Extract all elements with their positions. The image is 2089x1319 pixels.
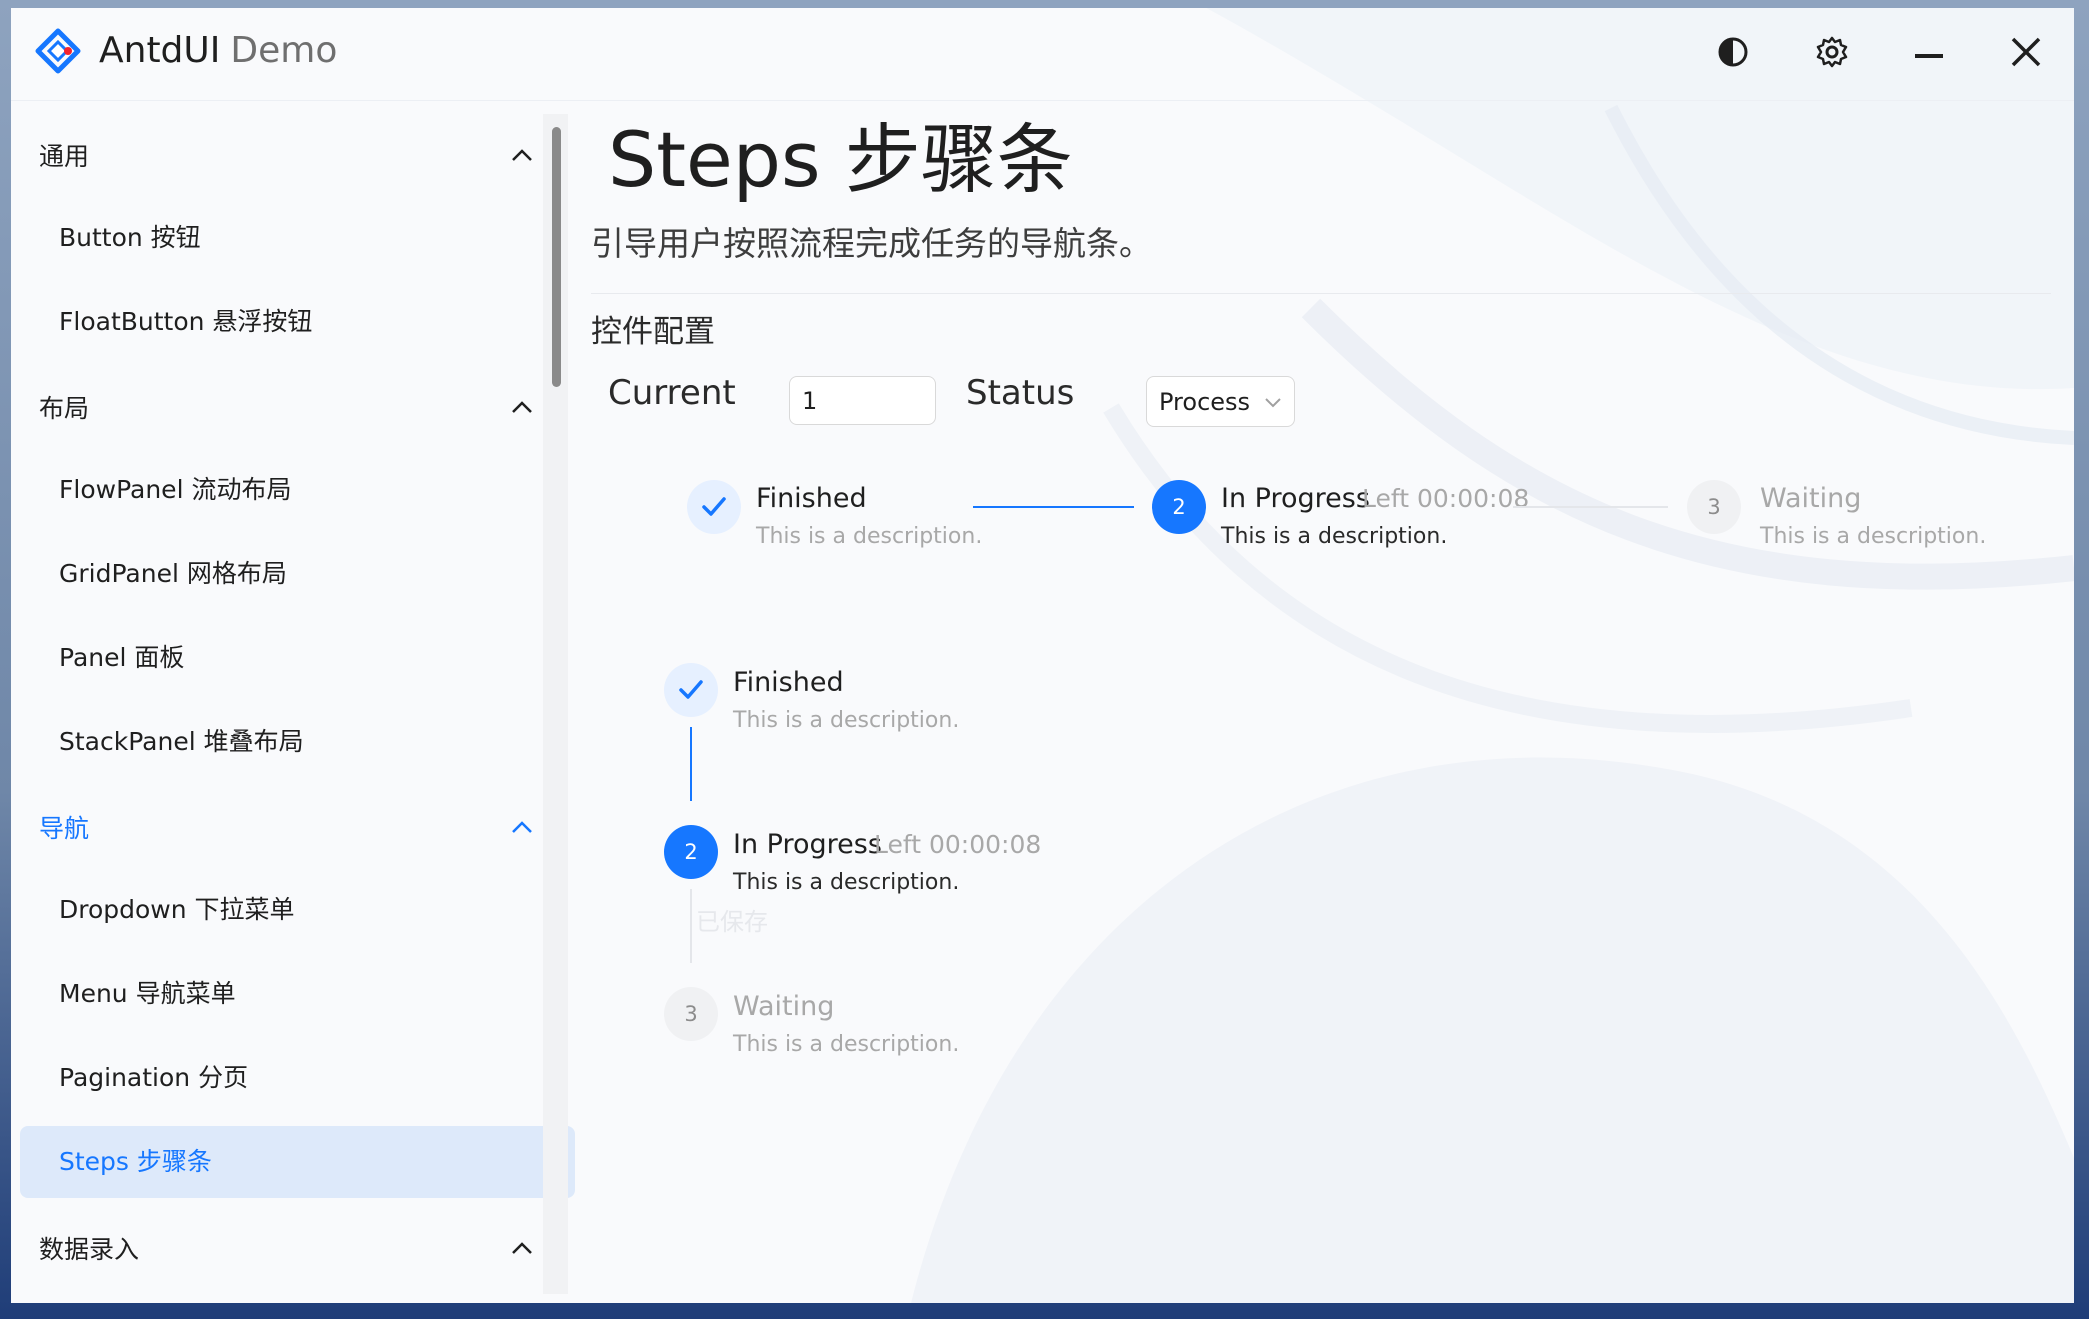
- section-title: 控件配置: [591, 314, 715, 350]
- step-description: This is a description.: [756, 524, 983, 549]
- current-input[interactable]: 1: [789, 376, 936, 425]
- sidebar-item-menu[interactable]: Menu 导航菜单: [20, 958, 575, 1030]
- step-progress-icon[interactable]: 2: [1152, 480, 1206, 534]
- divider: [591, 293, 2051, 294]
- step-description: This is a description.: [1760, 524, 1987, 549]
- app-subtitle: Demo: [230, 30, 338, 71]
- current-label: Current: [608, 373, 736, 413]
- step-description: This is a description.: [733, 1032, 960, 1057]
- sidebar-item-floatbutton[interactable]: FloatButton 悬浮按钮: [20, 286, 575, 358]
- sidebar-group-general[interactable]: 通用: [39, 137, 89, 177]
- sidebar-group-navigation[interactable]: 导航: [39, 809, 89, 849]
- app-title: AntdUI Demo: [99, 28, 337, 74]
- main-content: Steps 步骤条 引导用户按照流程完成任务的导航条。 控件配置 Current…: [576, 100, 2074, 1303]
- close-icon: [2011, 37, 2041, 67]
- close-button[interactable]: [2002, 28, 2050, 76]
- sidebar-item-gridpanel[interactable]: GridPanel 网格布局: [20, 538, 575, 610]
- title-bar: AntdUI Demo: [11, 8, 2074, 101]
- step-title[interactable]: Finished: [756, 479, 867, 519]
- step-waiting-icon[interactable]: 3: [1687, 480, 1741, 534]
- sidebar-group-data-entry[interactable]: 数据录入: [39, 1230, 139, 1270]
- app-window: AntdUI Demo 通用 Button 按钮 FloatButton 悬浮按…: [11, 8, 2074, 1303]
- step-description: This is a description.: [733, 870, 960, 895]
- sidebar-menu: 通用 Button 按钮 FloatButton 悬浮按钮 布局 FlowPan…: [11, 100, 576, 1303]
- sidebar-group-layout[interactable]: 布局: [39, 389, 89, 429]
- sidebar-item-panel[interactable]: Panel 面板: [20, 622, 575, 694]
- page-title: Steps 步骤条: [608, 115, 1073, 204]
- sidebar-item-pagination[interactable]: Pagination 分页: [20, 1042, 575, 1114]
- step-title[interactable]: In Progress: [733, 825, 882, 865]
- theme-toggle-button[interactable]: [1709, 28, 1757, 76]
- step-title[interactable]: In Progress: [1221, 479, 1370, 519]
- step-finished-icon[interactable]: [687, 480, 741, 534]
- step-title[interactable]: Waiting: [733, 987, 834, 1027]
- step-title[interactable]: Waiting: [1760, 479, 1861, 519]
- sidebar-item-flowpanel[interactable]: FlowPanel 流动布局: [20, 454, 575, 526]
- step-connector-finished: [690, 727, 692, 801]
- step-connector-pending: [1513, 506, 1668, 508]
- sidebar-item-stackpanel[interactable]: StackPanel 堆叠布局: [20, 706, 575, 778]
- step-waiting-icon[interactable]: 3: [664, 987, 718, 1041]
- step-subtitle: Left 00:00:08: [1362, 484, 1530, 513]
- sidebar-item-button[interactable]: Button 按钮: [20, 202, 575, 274]
- sidebar-item-dropdown[interactable]: Dropdown 下拉菜单: [20, 874, 575, 946]
- antd-logo-icon: [35, 28, 81, 74]
- sidebar-item-steps[interactable]: Steps 步骤条: [20, 1126, 575, 1198]
- sidebar-scrollbar-thumb[interactable]: [552, 127, 561, 387]
- step-subtitle: Left 00:00:08: [874, 830, 1042, 859]
- chevron-up-icon[interactable]: [510, 147, 534, 163]
- chevron-up-icon[interactable]: [510, 399, 534, 415]
- theme-toggle-icon: [1718, 37, 1748, 67]
- step-description: This is a description.: [1221, 524, 1448, 549]
- step-description: This is a description.: [733, 708, 960, 733]
- step-finished-icon[interactable]: [664, 663, 718, 717]
- chevron-down-icon: [1265, 398, 1281, 408]
- check-icon: [679, 680, 703, 699]
- status-select[interactable]: Process: [1146, 376, 1295, 427]
- chevron-up-icon[interactable]: [510, 1240, 534, 1256]
- chevron-up-icon[interactable]: [510, 819, 534, 835]
- minimize-icon: [1915, 54, 1943, 58]
- step-progress-icon[interactable]: 2: [664, 825, 718, 879]
- step-connector-pending: [690, 889, 692, 963]
- settings-button[interactable]: [1808, 28, 1856, 76]
- check-icon: [702, 497, 726, 516]
- minimize-button[interactable]: [1905, 28, 1953, 76]
- step-connector-finished: [973, 506, 1134, 508]
- ghost-toast-text: 已保存: [696, 908, 768, 936]
- status-label: Status: [966, 373, 1075, 413]
- page-description: 引导用户按照流程完成任务的导航条。: [591, 224, 1152, 263]
- step-title[interactable]: Finished: [733, 663, 844, 703]
- app-name: AntdUI: [99, 30, 221, 71]
- gear-icon: [1816, 36, 1848, 68]
